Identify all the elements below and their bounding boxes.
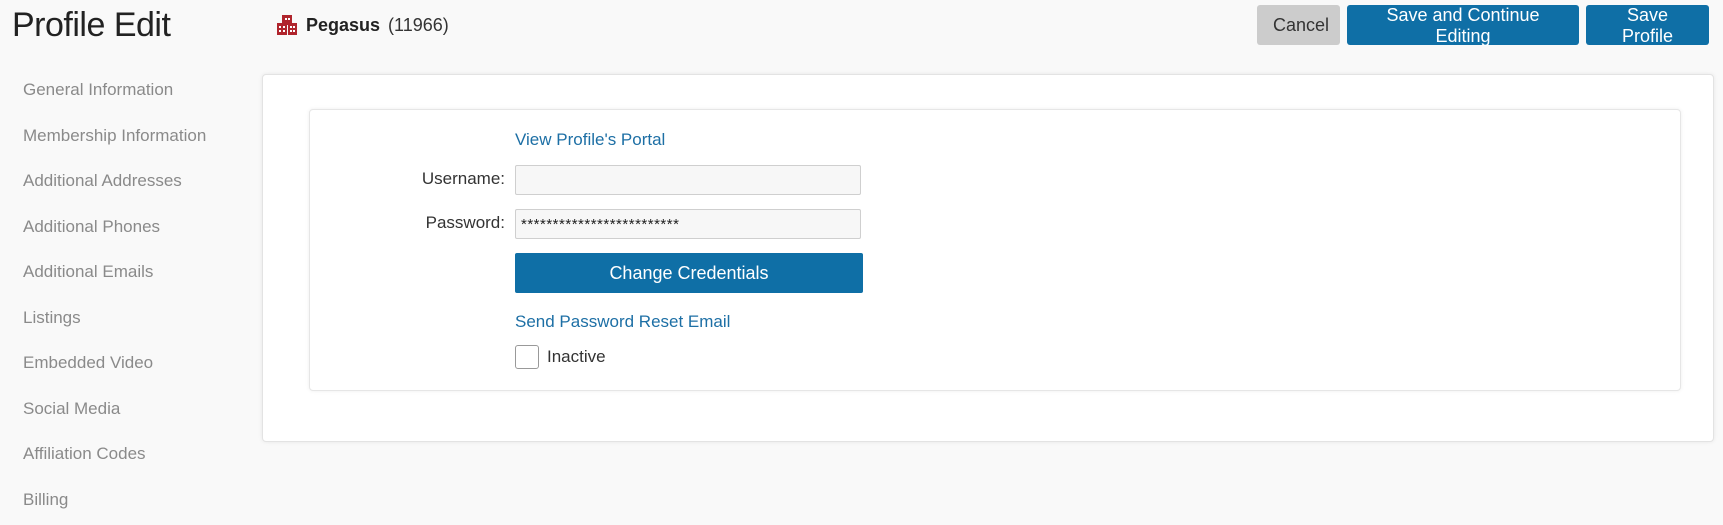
top-actions: Cancel Save and Continue Editing Save Pr… bbox=[1257, 5, 1709, 45]
building-icon bbox=[276, 14, 298, 36]
sidebar-item-billing[interactable]: Billing bbox=[0, 480, 240, 525]
password-label: Password: bbox=[426, 213, 505, 233]
change-credentials-button[interactable]: Change Credentials bbox=[515, 253, 863, 293]
org-name: Pegasus bbox=[306, 15, 380, 36]
view-portal-link[interactable]: View Profile's Portal bbox=[515, 130, 665, 150]
sidebar-item-listings[interactable]: Listings bbox=[0, 298, 240, 344]
content-panel: View Profile's Portal Username: Password… bbox=[262, 74, 1714, 442]
inactive-label: Inactive bbox=[547, 347, 606, 367]
sidebar-nav: General Information Membership Informati… bbox=[0, 70, 240, 525]
sidebar-item-general-information[interactable]: General Information bbox=[0, 70, 240, 116]
username-input[interactable] bbox=[515, 165, 861, 195]
cancel-button[interactable]: Cancel bbox=[1257, 5, 1340, 45]
org-id: (11966) bbox=[388, 15, 449, 36]
password-input[interactable] bbox=[515, 209, 861, 239]
sidebar-item-affiliation-codes[interactable]: Affiliation Codes bbox=[0, 434, 240, 480]
inactive-row: Inactive bbox=[515, 345, 606, 369]
sidebar-item-additional-emails[interactable]: Additional Emails bbox=[0, 252, 240, 298]
sidebar-item-membership-information[interactable]: Membership Information bbox=[0, 116, 240, 162]
inactive-checkbox[interactable] bbox=[515, 345, 539, 369]
credentials-card: View Profile's Portal Username: Password… bbox=[309, 109, 1681, 391]
save-profile-button[interactable]: Save Profile bbox=[1586, 5, 1709, 45]
sidebar-item-additional-addresses[interactable]: Additional Addresses bbox=[0, 161, 240, 207]
sidebar-item-social-media[interactable]: Social Media bbox=[0, 389, 240, 435]
sidebar-item-embedded-video[interactable]: Embedded Video bbox=[0, 343, 240, 389]
sidebar-item-additional-phones[interactable]: Additional Phones bbox=[0, 207, 240, 253]
save-and-continue-button[interactable]: Save and Continue Editing bbox=[1347, 5, 1579, 45]
send-password-reset-link[interactable]: Send Password Reset Email bbox=[515, 312, 730, 332]
username-label: Username: bbox=[422, 169, 505, 189]
org-identity: Pegasus (11966) bbox=[276, 14, 449, 36]
page-title: Profile Edit bbox=[12, 6, 170, 45]
